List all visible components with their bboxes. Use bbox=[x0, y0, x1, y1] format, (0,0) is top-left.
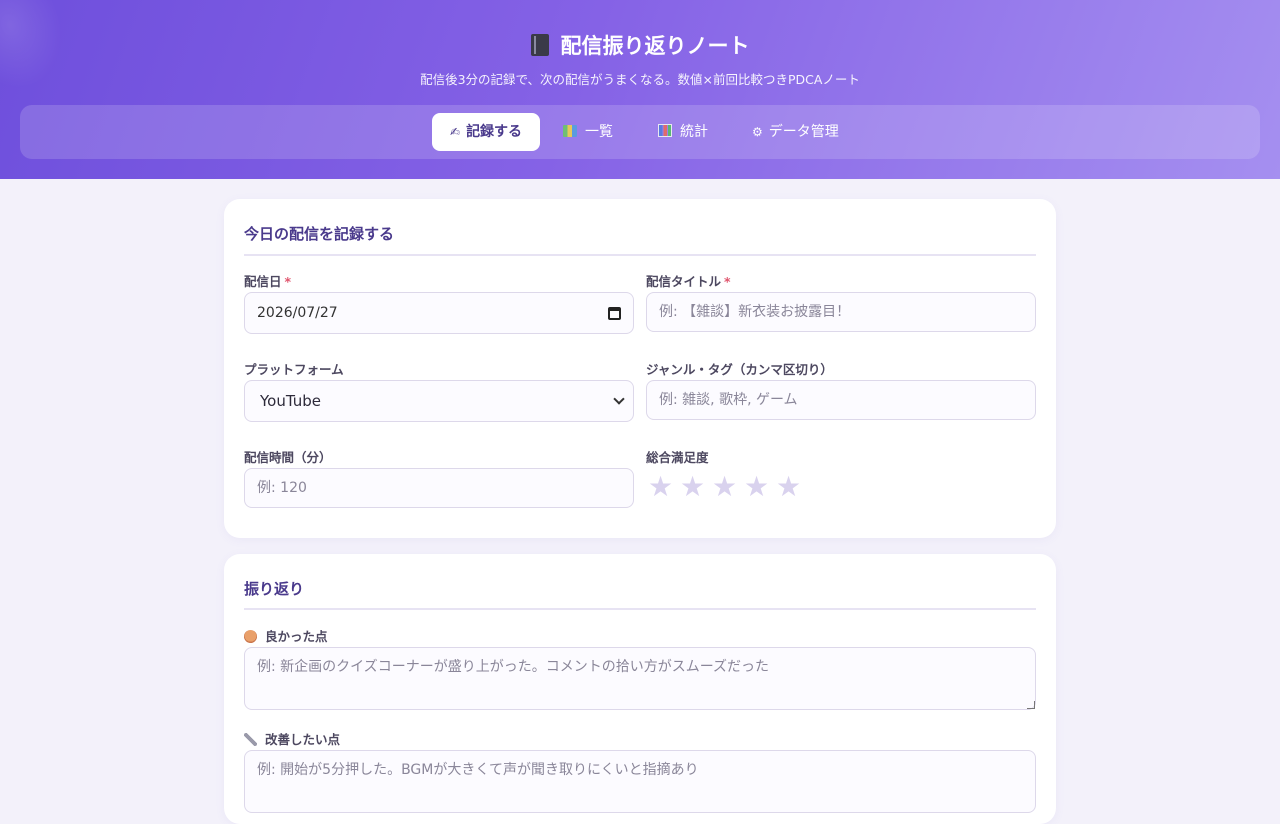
resize-handle[interactable] bbox=[1027, 701, 1035, 709]
star-icon-1[interactable]: ★ bbox=[648, 472, 680, 502]
tab-record-label: 記録する bbox=[466, 124, 523, 140]
tab-stats[interactable]: 統計 bbox=[640, 113, 726, 151]
title-required-mark: * bbox=[724, 274, 731, 289]
satisfaction-label: 総合満足度 bbox=[646, 450, 709, 465]
tab-data-label: データ管理 bbox=[768, 124, 839, 140]
improve-points-textarea[interactable] bbox=[244, 750, 1036, 813]
tab-stats-label: 統計 bbox=[680, 124, 708, 140]
tab-record[interactable]: ✍ 記録する bbox=[432, 113, 541, 151]
satisfaction-stars: ★ ★ ★ ★ ★ bbox=[648, 472, 808, 502]
date-label-text: 配信日 bbox=[244, 274, 282, 289]
good-points-label-text: 良かった点 bbox=[265, 629, 328, 644]
date-label: 配信日 * bbox=[244, 271, 291, 290]
star-icon-4[interactable]: ★ bbox=[744, 472, 776, 502]
record-divider bbox=[244, 254, 1036, 256]
duration-label: 配信時間（分） bbox=[244, 450, 332, 465]
bar-chart-icon bbox=[658, 124, 672, 137]
tab-list-label: 一覧 bbox=[585, 124, 613, 140]
record-heading: 今日の配信を記録する bbox=[244, 225, 395, 243]
app-subtitle: 配信後3分の記録で、次の配信がうまくなる。数値×前回比較つきPDCAノート bbox=[420, 72, 860, 87]
notebook-icon bbox=[530, 34, 549, 56]
good-points-textarea[interactable] bbox=[244, 647, 1036, 710]
duration-input[interactable] bbox=[244, 468, 634, 508]
smile-icon bbox=[244, 630, 257, 643]
title-label-text: 配信タイトル bbox=[646, 274, 722, 289]
date-value: 2026/07/27 bbox=[257, 305, 338, 321]
main-nav: ✍ 記録する 一覧 統計 ⚙ データ管理 bbox=[20, 105, 1260, 159]
platform-label: プラットフォーム bbox=[244, 362, 344, 377]
platform-select[interactable]: YouTube bbox=[244, 380, 634, 422]
good-points-label: 良かった点 bbox=[244, 626, 328, 645]
tags-label: ジャンル・タグ（カンマ区切り） bbox=[646, 362, 833, 377]
books-icon bbox=[563, 125, 577, 137]
app-title: 配信振り返りノート bbox=[560, 34, 750, 58]
app-title-row: 配信振り返りノート bbox=[0, 30, 1280, 60]
improve-points-label: 改善したい点 bbox=[244, 729, 340, 748]
title-label: 配信タイトル * bbox=[646, 271, 731, 290]
gear-icon: ⚙ bbox=[752, 125, 763, 139]
review-card: 振り返り 良かった点 改善したい点 bbox=[224, 554, 1056, 824]
chevron-down-icon bbox=[613, 393, 625, 405]
wrench-icon bbox=[244, 733, 257, 746]
tags-input[interactable] bbox=[646, 380, 1036, 420]
record-card: 今日の配信を記録する 配信日* 2026/07/27 配信タイトル* プラットフ… bbox=[224, 199, 1056, 538]
star-icon-2[interactable]: ★ bbox=[680, 472, 712, 502]
platform-value: YouTube bbox=[260, 392, 321, 410]
star-icon-3[interactable]: ★ bbox=[712, 472, 744, 502]
star-icon-5[interactable]: ★ bbox=[776, 472, 808, 502]
title-input[interactable] bbox=[646, 292, 1036, 332]
date-field[interactable]: 2026/07/27 bbox=[244, 292, 634, 334]
calendar-icon[interactable] bbox=[608, 306, 621, 320]
tab-data[interactable]: ⚙ データ管理 bbox=[734, 113, 857, 151]
review-heading: 振り返り bbox=[244, 580, 305, 598]
tab-list[interactable]: 一覧 bbox=[545, 113, 631, 151]
date-required-mark: * bbox=[284, 274, 292, 289]
improve-points-label-text: 改善したい点 bbox=[265, 732, 341, 747]
review-divider bbox=[244, 608, 1036, 610]
pencil-icon: ✍ bbox=[450, 125, 461, 139]
app-header: 配信振り返りノート 配信後3分の記録で、次の配信がうまくなる。数値×前回比較つき… bbox=[0, 0, 1280, 179]
